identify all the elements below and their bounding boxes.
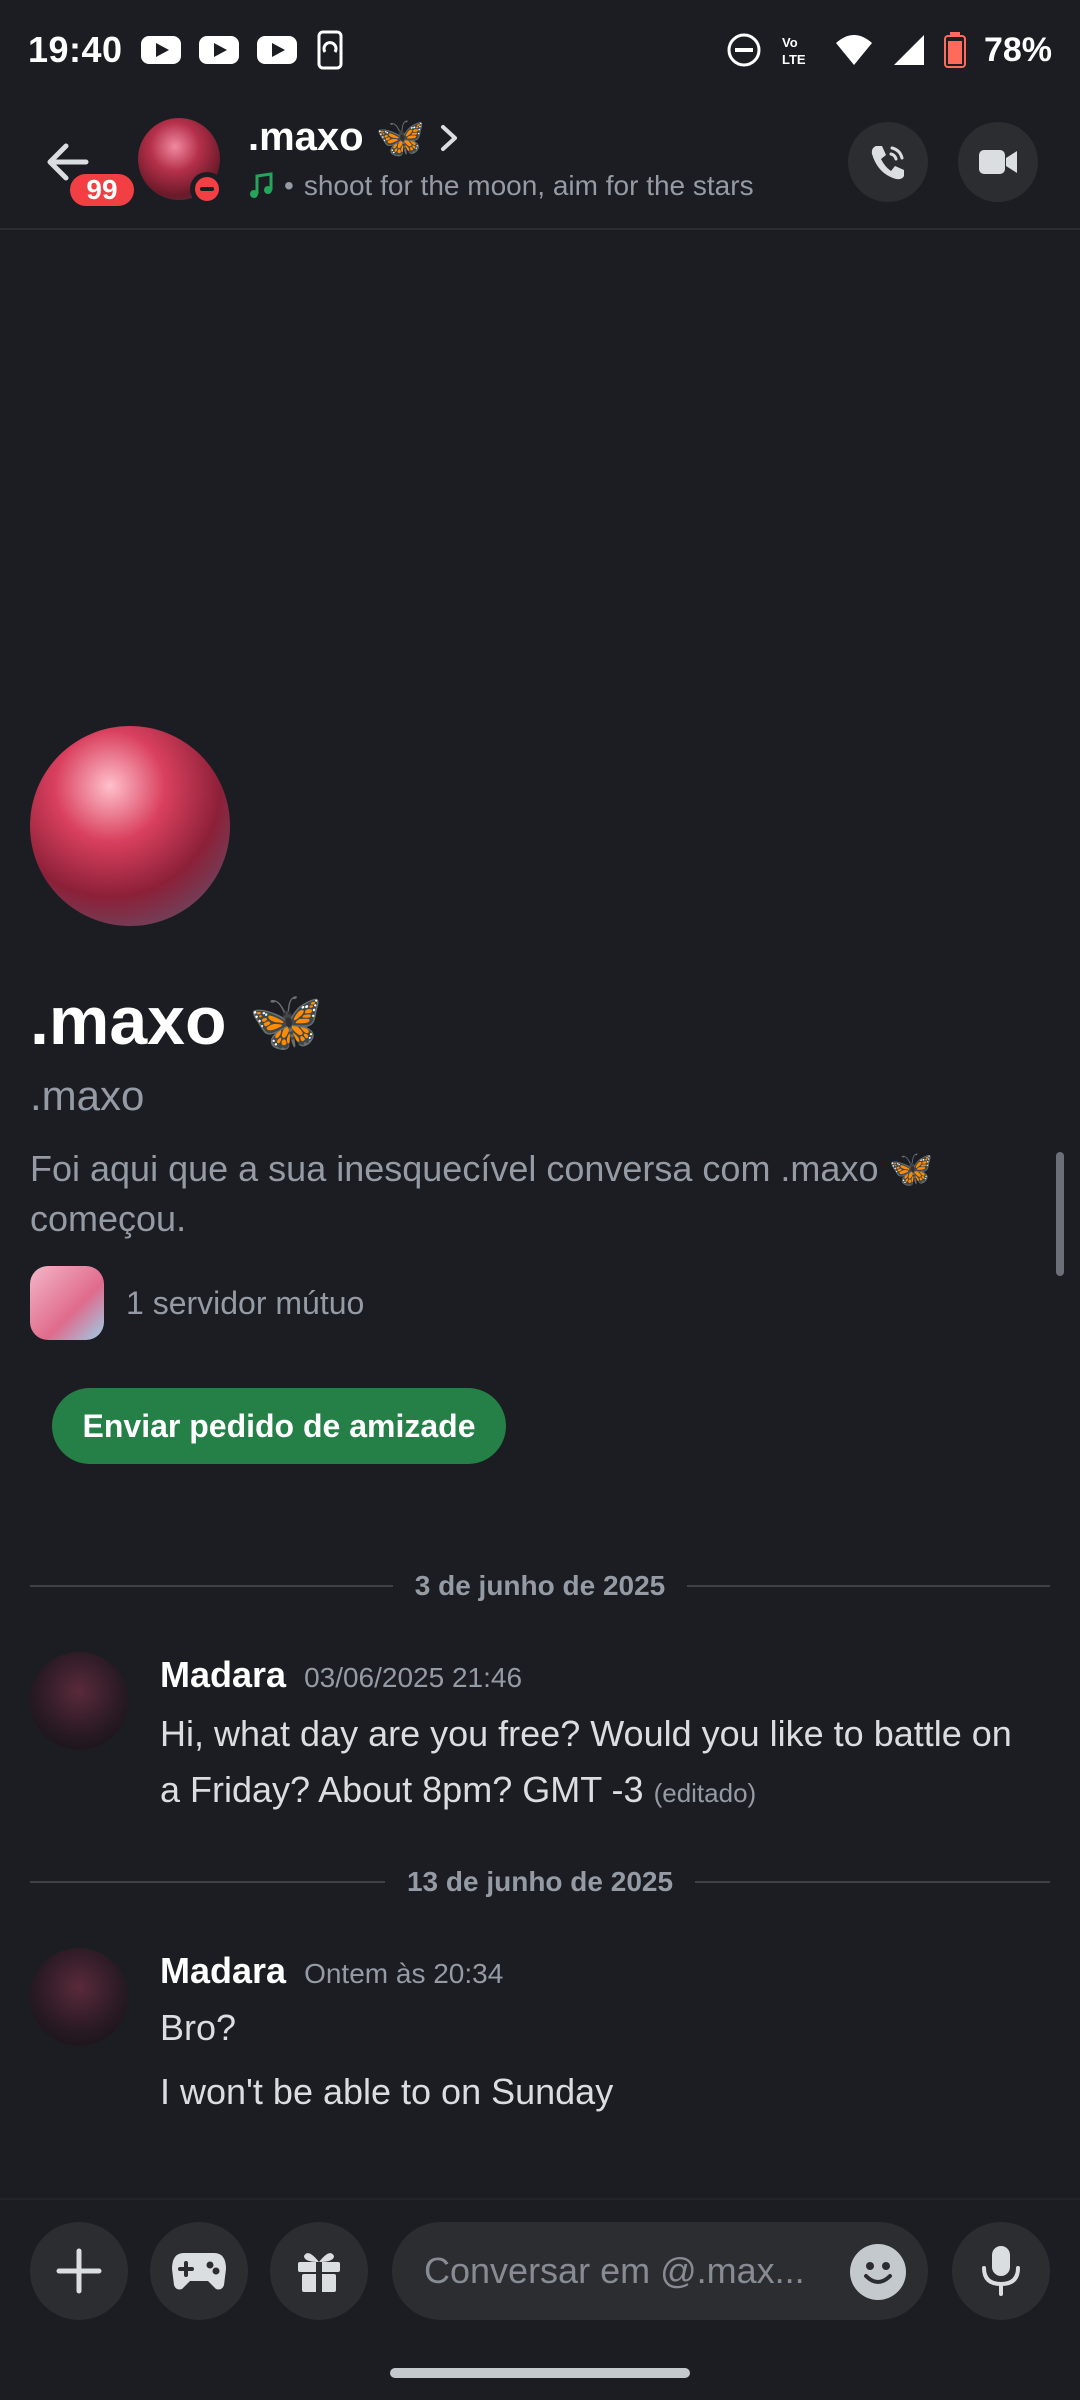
butterfly-emoji: 🦋 [375,116,426,160]
status-time: 19:40 [28,29,123,70]
message-author[interactable]: Madara [160,1950,286,1992]
music-note-icon [250,172,273,198]
video-camera-icon [979,150,1017,174]
divider-line [695,1881,1051,1883]
date-divider: 3 de junho de 2025 [30,1566,1050,1606]
gift-icon [298,2253,340,2292]
message-body[interactable]: Bro? [160,2000,1040,2056]
message-timestamp: 03/06/2025 21:46 [304,1662,523,1693]
svg-text:LTE: LTE [782,52,806,67]
message-avatar[interactable] [30,1652,128,1750]
wifi-icon [835,35,872,65]
gift-button[interactable] [270,2222,368,2320]
youtube-icon [198,36,239,64]
profile-name-text: .maxo [30,983,227,1059]
message-input[interactable] [422,2249,842,2293]
date-divider: 13 de junho de 2025 [30,1862,1051,1902]
divider-line [30,1881,385,1883]
youtube-icon [140,36,181,64]
conversation-intro: Foi aqui que a sua inesquecível conversa… [30,1148,934,1239]
mutual-servers[interactable]: 1 servidor mútuo [30,1266,364,1340]
message-body[interactable]: I won't be able to on Sunday [160,2064,1040,2120]
gamepad-icon [172,2253,226,2290]
header-name-text: .maxo [248,115,364,159]
status-separator: • [284,170,294,201]
battery-percent: 78% [983,30,1052,69]
status-bar-right: Vo LTE 78% [726,31,1052,70]
dm-header: 99 .maxo 🦋 • shoot for the moon, aim for… [0,100,1080,230]
unread-badge: 99 [66,170,138,210]
edited-label: (editado) [653,1778,757,1808]
butterfly-emoji: 🦋 [248,987,324,1055]
message-timestamp: Ontem às 20:34 [304,1958,504,1989]
phone-sync-icon [317,30,343,70]
phone-call-icon [871,146,904,180]
header-username[interactable]: .maxo 🦋 [248,114,461,161]
youtube-icon [256,36,297,64]
microphone-icon [982,2246,1020,2296]
divider-line [30,1585,393,1587]
date-divider-label: 3 de junho de 2025 [414,1570,666,1601]
message-avatar[interactable] [30,1948,128,2046]
message-body[interactable]: Hi, what day are you free? Would you lik… [160,1706,1040,1821]
server-icon [30,1266,104,1340]
scrollbar[interactable] [1056,1152,1064,1276]
status-text: shoot for the moon, aim for the stars [303,170,754,201]
dnd-icon [727,33,761,67]
send-friend-request-button[interactable]: Enviar pedido de amizade [52,1388,506,1464]
activities-button[interactable] [150,2222,248,2320]
status-bar: 19:40 Vo LTE 78% [0,0,1080,100]
svg-text:Vo: Vo [782,35,798,50]
battery-icon [943,32,966,68]
message-header: Madara Ontem às 20:34 [160,1950,503,1992]
status-bar-left: 19:40 [28,29,345,71]
video-call-button[interactable] [958,122,1038,202]
mutual-servers-label: 1 servidor mútuo [126,1284,365,1321]
message-author[interactable]: Madara [160,1654,286,1696]
message-input-container[interactable] [392,2222,928,2320]
chevron-right-icon [441,124,458,151]
voice-message-button[interactable] [952,2222,1050,2320]
date-divider-label: 13 de junho de 2025 [406,1866,674,1897]
divider-line [687,1585,1050,1587]
profile-username: .maxo [30,1072,145,1119]
custom-status: • shoot for the moon, aim for the stars [248,170,754,202]
emoji-picker-icon[interactable] [850,2244,906,2300]
voice-call-button[interactable] [848,122,928,202]
profile-avatar[interactable] [30,726,230,926]
message-header: Madara 03/06/2025 21:46 [160,1654,522,1696]
plus-icon [56,2248,102,2294]
message-text: Hi, what day are you free? Would you lik… [160,1713,1012,1810]
volte-icon: Vo LTE [782,35,806,67]
add-attachment-button[interactable] [30,2222,128,2320]
signal-icon [893,35,924,65]
profile-display-name: .maxo 🦋 [30,982,323,1060]
dnd-status-icon [190,172,224,206]
home-indicator[interactable] [390,2368,690,2378]
